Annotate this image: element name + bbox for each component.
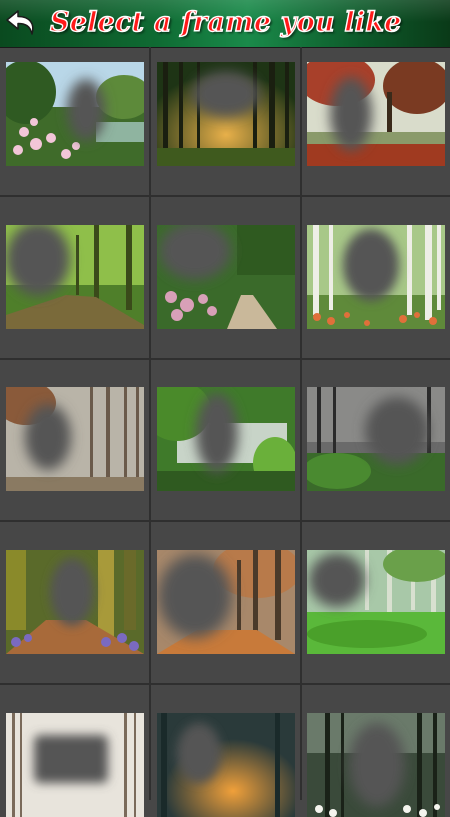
- frame-thumbnail-6[interactable]: [307, 225, 445, 329]
- frame-thumbnail-1[interactable]: [6, 62, 144, 166]
- frame-thumbnail-3[interactable]: [307, 62, 445, 166]
- forest-thumbnail: [157, 713, 295, 817]
- grid-divider: [0, 358, 450, 360]
- frame-thumbnail-11[interactable]: [157, 550, 295, 654]
- grid-divider: [0, 683, 450, 685]
- grid-divider: [0, 520, 450, 522]
- frame-thumbnail-10[interactable]: [6, 550, 144, 654]
- grid-divider: [0, 195, 450, 197]
- frame-thumbnail-7[interactable]: [6, 387, 144, 491]
- forest-thumbnail: [157, 550, 295, 654]
- grid-divider: [149, 47, 151, 800]
- forest-thumbnail: [157, 387, 295, 491]
- forest-thumbnail: [6, 387, 144, 491]
- frame-thumbnail-13[interactable]: [6, 713, 144, 817]
- title-bar: Select a frame you like: [0, 0, 450, 47]
- forest-thumbnail: [307, 713, 445, 817]
- forest-thumbnail: [6, 550, 144, 654]
- forest-thumbnail: [307, 550, 445, 654]
- forest-thumbnail: [307, 225, 445, 329]
- back-button[interactable]: [2, 3, 42, 43]
- frame-thumbnail-14[interactable]: [157, 713, 295, 817]
- frame-thumbnail-12[interactable]: [307, 550, 445, 654]
- frame-thumbnail-8[interactable]: [157, 387, 295, 491]
- frame-thumbnail-4[interactable]: [6, 225, 144, 329]
- frame-thumbnail-15[interactable]: [307, 713, 445, 817]
- forest-thumbnail: [307, 387, 445, 491]
- page-title: Select a frame you like: [49, 6, 402, 38]
- frame-grid: [0, 47, 450, 817]
- forest-thumbnail: [6, 225, 144, 329]
- back-arrow-icon: [6, 10, 34, 35]
- frame-thumbnail-5[interactable]: [157, 225, 295, 329]
- frame-thumbnail-2[interactable]: [157, 62, 295, 166]
- forest-thumbnail: [157, 62, 295, 166]
- forest-thumbnail: [307, 62, 445, 166]
- frame-thumbnail-9[interactable]: [307, 387, 445, 491]
- forest-thumbnail: [6, 713, 144, 817]
- grid-divider: [300, 47, 302, 800]
- forest-thumbnail: [157, 225, 295, 329]
- forest-thumbnail: [6, 62, 144, 166]
